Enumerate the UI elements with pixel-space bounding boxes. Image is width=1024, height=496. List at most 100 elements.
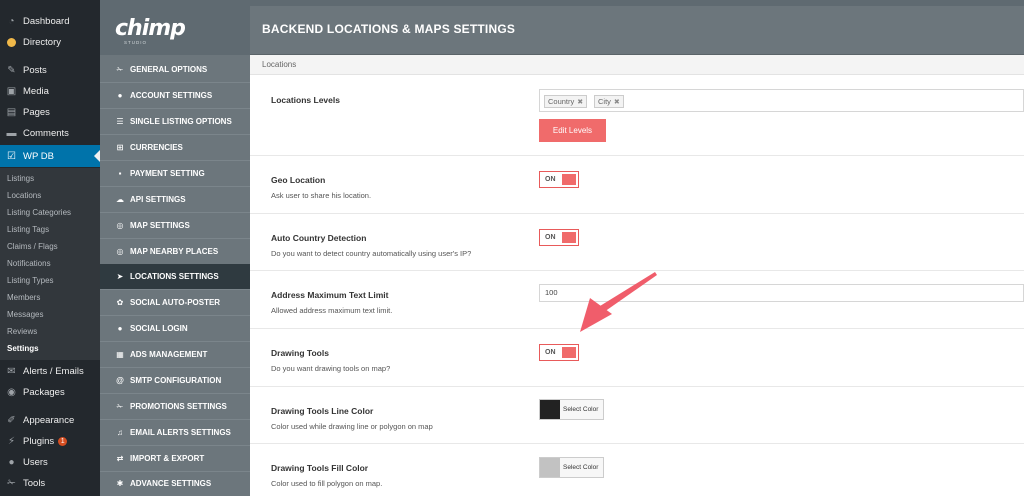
plugins-update-badge: 1: [58, 437, 68, 446]
ad-icon: ▦: [116, 350, 124, 359]
wrench-icon: ✁: [7, 478, 16, 489]
nav-social-auto-poster[interactable]: ✿ SOCIAL AUTO-POSTER: [100, 290, 250, 316]
screen: ◔ Dashboard Directory ✎ Posts ▣ Media ▤ Page…: [0, 0, 1024, 496]
nav-api-settings[interactable]: ☁ API SETTINGS: [100, 187, 250, 213]
locations-levels-label: Locations Levels: [271, 95, 340, 105]
card-icon: ▪: [118, 169, 122, 178]
submenu-notifications[interactable]: Notifications: [0, 255, 100, 272]
drawing-tools-label: Drawing Tools: [271, 348, 329, 358]
nav-general-options[interactable]: ✁ GENERAL OPTIONS: [100, 57, 250, 83]
nav-locations-settings[interactable]: ➤ LOCATIONS SETTINGS: [100, 264, 250, 290]
submenu-listing-types[interactable]: Listing Types: [0, 272, 100, 289]
sidebar-item-appearance[interactable]: ✐ Appearance: [0, 410, 100, 431]
geo-location-label: Geo Location: [271, 175, 326, 185]
section-title: Locations: [262, 60, 297, 69]
nav-payment-setting[interactable]: ▪ PAYMENT SETTING: [100, 161, 250, 187]
sidebar-item-wpdb[interactable]: ☑ WP DB: [0, 145, 100, 167]
divider: [250, 213, 1024, 214]
sidebar-item-users[interactable]: ● Users: [0, 452, 100, 473]
user-icon: ●: [117, 324, 123, 333]
cloud-icon: ☁: [116, 195, 124, 204]
auto-country-desc: Do you want to detect country automatica…: [271, 249, 472, 258]
sidebar-item-comments[interactable]: ▬ Comments: [0, 123, 100, 144]
line-color-desc: Color used while drawing line or polygon…: [271, 422, 433, 431]
nav-map-settings[interactable]: ◎ MAP SETTINGS: [100, 213, 250, 239]
media-icon: ▣: [6, 86, 17, 97]
plugin-logo-sub: STUDIO: [124, 40, 148, 45]
remove-tag-icon[interactable]: ✖: [614, 98, 620, 106]
drawing-tools-toggle[interactable]: ON: [539, 344, 579, 361]
submenu-listing-categories[interactable]: Listing Categories: [0, 204, 100, 221]
submenu-listings[interactable]: Listings: [0, 170, 100, 187]
sidebar-item-directory[interactable]: Directory: [0, 32, 100, 53]
nav-smtp-configuration[interactable]: @ SMTP CONFIGURATION: [100, 368, 250, 394]
divider: [250, 386, 1024, 387]
sidebar-item-plugins[interactable]: ⚡ Plugins 1: [0, 431, 100, 452]
share-icon: ✿: [116, 298, 124, 307]
dashboard-icon: ◔: [8, 16, 15, 27]
pages-icon: ▤: [6, 107, 17, 118]
nav-single-listing-options[interactable]: ☰ SINGLE LISTING OPTIONS: [100, 109, 250, 135]
submenu-locations[interactable]: Locations: [0, 187, 100, 204]
fill-color-picker[interactable]: Select Color: [539, 457, 604, 478]
brush-icon: ✐: [7, 415, 16, 426]
currency-icon: ⊞: [116, 143, 124, 152]
sidebar-item-pages[interactable]: ▤ Pages: [0, 102, 100, 123]
fill-color-label: Drawing Tools Fill Color: [271, 463, 369, 473]
nav-email-alerts-settings[interactable]: ♫ EMAIL ALERTS SETTINGS: [100, 420, 250, 446]
sidebar-item-media[interactable]: ▣ Media: [0, 81, 100, 102]
wrench-icon: ✁: [116, 65, 124, 74]
gear-icon: ✱: [116, 479, 124, 488]
color-swatch: [540, 400, 560, 419]
auto-country-toggle[interactable]: ON: [539, 229, 579, 246]
color-swatch: [540, 458, 560, 477]
nav-currencies[interactable]: ⊞ CURRENCIES: [100, 135, 250, 161]
nav-account-settings[interactable]: ● ACCOUNT SETTINGS: [100, 83, 250, 109]
sidebar-item-alerts-emails[interactable]: ✉ Alerts / Emails: [0, 361, 100, 382]
submenu-reviews[interactable]: Reviews: [0, 323, 100, 340]
line-color-label: Drawing Tools Line Color: [271, 406, 374, 416]
nav-advance-settings[interactable]: ✱ ADVANCE SETTINGS: [100, 471, 250, 496]
nav-social-login[interactable]: ● SOCIAL LOGIN: [100, 316, 250, 342]
submenu-claims-flags[interactable]: Claims / Flags: [0, 238, 100, 255]
bell-icon: ♫: [117, 428, 123, 437]
address-limit-label: Address Maximum Text Limit: [271, 290, 389, 300]
fill-color-desc: Color used to fill polygon on map.: [271, 479, 383, 488]
locations-levels-input[interactable]: Country ✖ City ✖: [539, 89, 1024, 112]
address-limit-desc: Allowed address maximum text limit.: [271, 306, 393, 315]
geo-location-toggle[interactable]: ON: [539, 171, 579, 188]
divider: [250, 155, 1024, 156]
divider: [250, 443, 1024, 444]
divider: [250, 328, 1024, 329]
sidebar-item-tools[interactable]: ✁ Tools: [0, 473, 100, 494]
geo-location-desc: Ask user to share his location.: [271, 191, 372, 200]
nav-map-nearby-places[interactable]: ◎ MAP NEARBY PLACES: [100, 239, 250, 265]
location-arrow-icon: ➤: [116, 272, 124, 281]
edit-levels-button[interactable]: Edit Levels: [539, 119, 606, 142]
submenu-listing-tags[interactable]: Listing Tags: [0, 221, 100, 238]
wpdb-icon: ☑: [7, 150, 16, 162]
user-icon: ●: [117, 91, 123, 100]
directory-icon: [6, 37, 17, 48]
divider: [250, 270, 1024, 271]
pin-icon: ✎: [7, 65, 16, 76]
line-color-picker[interactable]: Select Color: [539, 399, 604, 420]
sidebar-item-dashboard[interactable]: ◔ Dashboard: [0, 11, 100, 32]
submenu-settings[interactable]: Settings: [0, 340, 100, 357]
tag-country: Country ✖: [544, 95, 588, 108]
submenu-members[interactable]: Members: [0, 289, 100, 306]
nav-ads-management[interactable]: ▦ ADS MANAGEMENT: [100, 342, 250, 368]
remove-tag-icon[interactable]: ✖: [577, 98, 583, 106]
wrench-icon: ✁: [116, 402, 124, 411]
plugin-icon: ⚡: [7, 436, 16, 447]
submenu-messages[interactable]: Messages: [0, 306, 100, 323]
list-icon: ☰: [116, 117, 124, 126]
address-limit-input[interactable]: 100: [539, 284, 1024, 302]
target-icon: ◎: [116, 247, 124, 256]
package-icon: ◉: [7, 387, 16, 398]
nav-promotions-settings[interactable]: ✁ PROMOTIONS SETTINGS: [100, 394, 250, 420]
nav-import-export[interactable]: ⇄ IMPORT & EXPORT: [100, 446, 250, 472]
section-header: Locations: [250, 55, 1024, 75]
sidebar-item-posts[interactable]: ✎ Posts: [0, 60, 100, 81]
sidebar-item-packages[interactable]: ◉ Packages: [0, 382, 100, 403]
